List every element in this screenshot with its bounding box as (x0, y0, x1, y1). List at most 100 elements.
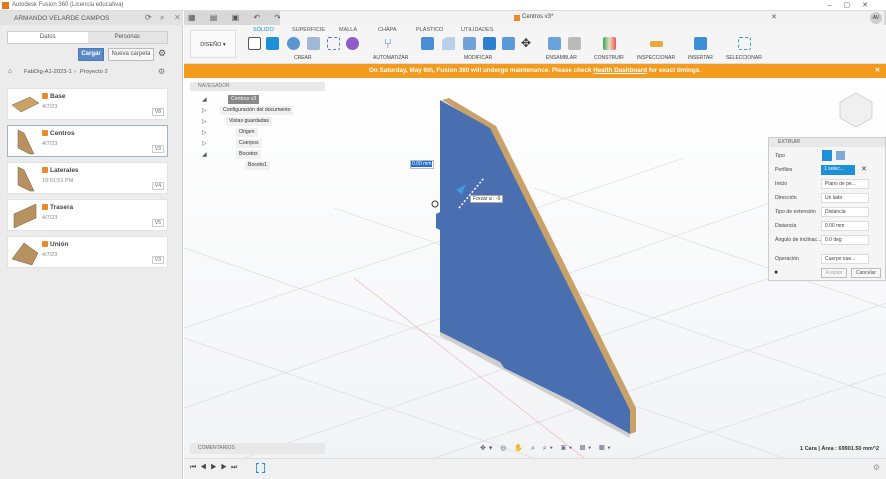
group-ensamblar[interactable]: ENSAMBLAR (546, 55, 577, 61)
version-badge[interactable]: V5 (151, 219, 164, 227)
fillet-icon[interactable] (442, 37, 455, 50)
combine-icon[interactable] (483, 37, 496, 50)
avatar[interactable]: AV (870, 12, 882, 24)
version-badge[interactable]: V3 (151, 256, 164, 264)
revolve-icon[interactable] (287, 37, 300, 50)
file-card[interactable]: Trasera 4/7/23 V5 (7, 199, 168, 231)
distance-input-value: 0.00 mm (411, 161, 433, 167)
comments-panel[interactable]: COMENTARIOS (190, 443, 325, 454)
insert-image-icon[interactable] (694, 37, 707, 50)
breadcrumb-item[interactable]: Proyecto 2 (80, 69, 108, 75)
group-modificar[interactable]: MODIFICAR (464, 55, 492, 61)
extrude-title[interactable]: EXTRUIR (769, 138, 885, 147)
automate-icon[interactable]: ⑂ (384, 37, 397, 50)
plane-icon[interactable] (603, 37, 616, 50)
joint-icon[interactable] (568, 37, 581, 50)
file-card[interactable]: Centros 4/7/23 V3 (7, 125, 168, 157)
project-settings-icon[interactable]: ⚙ (158, 67, 165, 76)
profiles-selection[interactable]: 1 selec... (821, 165, 855, 175)
tab-solido[interactable]: SÓLIDO (253, 27, 274, 33)
tab-datos[interactable]: Datos (8, 32, 88, 43)
select-icon[interactable] (738, 37, 751, 50)
tab-malla[interactable]: MALLA (339, 27, 357, 33)
refresh-icon[interactable]: ⟳ (145, 13, 152, 22)
info-icon[interactable]: ● (774, 269, 778, 276)
file-name: Centros (50, 130, 75, 137)
tab-plastico[interactable]: PLÁSTICO (416, 27, 443, 33)
extrude-icon[interactable] (266, 37, 279, 50)
quick-access-toolbar[interactable]: ▦ ▤ ▣ ↶ ↷ (188, 13, 287, 22)
viewport-canvas[interactable]: 0.00 mm Forzar a : -9 NAVEGADOR Centros … (184, 78, 886, 458)
type-body-icon[interactable] (822, 150, 832, 161)
shell-icon[interactable] (463, 37, 476, 50)
group-crear[interactable]: CREAR (294, 55, 312, 61)
pattern-icon[interactable] (327, 37, 340, 50)
group-automatizar[interactable]: AUTOMATIZAR (373, 55, 408, 61)
navigation-toolbar[interactable]: ✥▾ ◎ ✋ ⌕ ⌕▾ ▣▾ ▤▾ ▦▾ (480, 444, 613, 453)
group-construir[interactable]: CONSTRUIR (594, 55, 624, 61)
file-card[interactable]: Laterales 10:01:51 PM V4 (7, 162, 168, 194)
file-card[interactable]: Unión 4/7/23 V3 (7, 236, 168, 268)
browser-item[interactable]: Boceto1 (245, 161, 271, 170)
cancel-button[interactable]: Cancelar (851, 268, 881, 278)
document-tab[interactable]: Centros v3* ✕ (280, 11, 884, 25)
file-card[interactable]: Base 4/7/23 V8 (7, 88, 168, 120)
browser-item[interactable]: Bocetos (236, 150, 261, 159)
press-pull-icon[interactable] (421, 37, 434, 50)
upload-button[interactable]: Cargar (78, 48, 104, 61)
banner-text-tail: for exact timings. (647, 67, 701, 74)
user-name[interactable]: ARMANDO VELARDE CAMPOS (14, 15, 109, 22)
distance-field[interactable]: 0.00 mm (821, 221, 869, 231)
browser-root[interactable]: Centros v3 (228, 95, 260, 104)
group-seleccionar[interactable]: SELECCIONAR (726, 55, 762, 61)
timeline: ⏮◀▶▶⏭ ⚙ (184, 458, 886, 479)
breadcrumb-item[interactable]: FabDig-A1-2023-1 (24, 69, 72, 75)
distance-input[interactable]: 0.00 mm (410, 160, 434, 169)
new-component-icon[interactable] (548, 37, 561, 50)
type-thin-icon[interactable] (836, 151, 845, 160)
browser-item[interactable]: Vistas guardadas (226, 117, 272, 126)
close-tab-icon[interactable]: ✕ (771, 13, 777, 21)
navigator-title[interactable]: NAVEGADOR (190, 82, 325, 91)
version-badge[interactable]: V8 (151, 108, 164, 116)
health-dashboard-link[interactable]: Health Dashboard (593, 67, 647, 74)
move-icon[interactable]: ✥ (521, 37, 534, 50)
gear-icon[interactable]: ⚙ (158, 48, 166, 59)
operation-dropdown[interactable]: Cuerpo nue... (821, 254, 869, 264)
clear-selection-icon[interactable]: ✕ (861, 165, 867, 173)
close-icon[interactable]: ✕ (174, 13, 181, 22)
browser-item[interactable]: Origen (236, 128, 258, 137)
start-dropdown[interactable]: Plano de pe... (821, 179, 869, 189)
browser-item[interactable]: Cuerpos (236, 139, 262, 148)
extent-dropdown[interactable]: Distancia (821, 207, 869, 217)
direction-dropdown[interactable]: Un lado (821, 193, 869, 203)
tab-utilidades[interactable]: UTILIDADES (461, 27, 493, 33)
search-icon[interactable]: ⌕ (160, 13, 164, 23)
view-cube[interactable] (839, 92, 873, 128)
home-icon[interactable]: ⌂ (8, 68, 12, 75)
create-sketch-icon[interactable] (248, 37, 261, 50)
split-icon[interactable] (502, 37, 515, 50)
form-icon[interactable] (346, 37, 359, 50)
new-folder-button[interactable]: Nueva carpeta (108, 48, 154, 61)
version-badge[interactable]: V4 (151, 182, 164, 190)
tab-superficie[interactable]: SUPERFICIE (292, 27, 325, 33)
ok-button[interactable]: Aceptar (821, 268, 847, 278)
taper-angle-field[interactable]: 0.0 deg (821, 235, 869, 245)
manipulator-handle[interactable] (431, 200, 439, 208)
expand-toggles[interactable]: ◢ ▷ ▷ ▷ ▷ ◢ (202, 95, 207, 161)
timeline-sketch-icon[interactable] (256, 463, 265, 473)
tab-chapa[interactable]: CHAPA (378, 27, 397, 33)
group-insertar[interactable]: INSERTAR (688, 55, 713, 61)
workspace-dropdown[interactable]: DISEÑO ▾ (190, 30, 236, 58)
timeline-controls[interactable]: ⏮◀▶▶⏭ (190, 464, 241, 472)
close-banner-icon[interactable]: ✕ (875, 64, 880, 78)
version-badge[interactable]: V3 (151, 145, 164, 153)
hole-icon[interactable] (307, 37, 320, 50)
browser-item[interactable]: Configuración del documento (220, 106, 294, 115)
timeline-settings-icon[interactable]: ⚙ (873, 463, 880, 472)
measure-icon[interactable] (650, 41, 663, 47)
tab-personas[interactable]: Personas (87, 32, 167, 43)
window-controls[interactable]: –▢✕ (828, 1, 880, 9)
group-inspeccionar[interactable]: INSPECCIONAR (637, 55, 675, 61)
